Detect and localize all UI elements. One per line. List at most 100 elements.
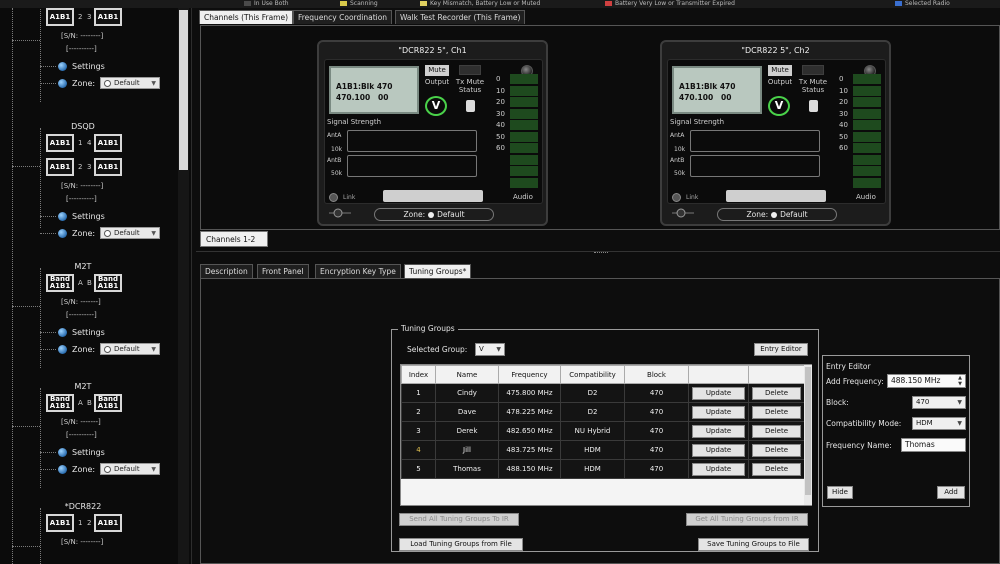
entry-editor-panel: Entry Editor Add Frequency: 488.150 MHz … (822, 355, 970, 507)
delete-button[interactable]: Delete (752, 386, 801, 400)
tree-leaf-line (40, 469, 56, 470)
channel-box[interactable]: A1B1 (94, 514, 122, 532)
channel-box[interactable]: Band A1B1 (46, 394, 74, 412)
channel-box[interactable]: Band A1B1 (46, 274, 74, 292)
entry-editor-button[interactable]: Entry Editor (754, 343, 808, 356)
audio-meter-segment (510, 85, 538, 96)
settings-item[interactable]: Settings (72, 328, 105, 337)
get-all-tuning-groups-button[interactable]: Get All Tuning Groups from IR (686, 513, 808, 526)
volume-slider-icon[interactable] (672, 208, 694, 218)
tuning-groups-rows: 1 Cindy 475.800 MHz D2 470 Update Delete 2 Dave 4… (401, 383, 805, 479)
tab-description[interactable]: Description (200, 264, 253, 278)
tuning-groups-table: Index Name Frequency Compatibility Block… (400, 364, 812, 506)
audio-meter-segment (853, 74, 881, 84)
update-button[interactable]: Update (692, 443, 745, 457)
channel-number: A (78, 399, 83, 407)
column-header-compatibility[interactable]: Compatibility (560, 365, 625, 384)
column-header-name[interactable]: Name (435, 365, 499, 384)
settings-item[interactable]: Settings (72, 212, 105, 221)
tree-leaf-line (40, 66, 56, 67)
channel-box[interactable]: A1B1 (94, 8, 122, 26)
tab-frequency-coordination[interactable]: Frequency Coordination (293, 10, 393, 24)
device-title[interactable]: *DCR822 (48, 502, 118, 511)
tree-scrollbar-thumb[interactable] (179, 10, 188, 170)
save-tuning-groups-button[interactable]: Save Tuning Groups to File (698, 538, 809, 551)
channel-box[interactable]: A1B1 (46, 8, 74, 26)
hide-button[interactable]: Hide (827, 486, 853, 499)
spinner-arrows-icon[interactable]: ▲ ▼ (956, 375, 964, 387)
cell-block: 470 (624, 421, 689, 441)
table-row[interactable]: 5 Thomas 488.150 MHz HDM 470 Update Delete (401, 459, 805, 479)
settings-item[interactable]: Settings (72, 448, 105, 457)
grid-scrollbar-thumb[interactable] (805, 367, 811, 495)
receiver-title: "DCR822 5", Ch2 (741, 46, 810, 55)
send-all-tuning-groups-button[interactable]: Send All Tuning Groups To IR (399, 513, 519, 526)
audio-meter-segment (853, 120, 881, 130)
load-tuning-groups-button[interactable]: Load Tuning Groups from File (399, 538, 523, 551)
table-row[interactable]: 1 Cindy 475.800 MHz D2 470 Update Delete (401, 383, 805, 403)
zone-select-value: Default (114, 345, 140, 353)
channel-box[interactable]: A1B1 (94, 158, 122, 176)
add-frequency-input[interactable]: 488.150 MHz ▲ ▼ (887, 374, 966, 388)
compatibility-mode-select[interactable]: HDM ▼ (912, 417, 966, 430)
channel-box[interactable]: A1B1 (46, 514, 74, 532)
channel-box[interactable]: A1B1 (94, 134, 122, 152)
zone-select[interactable]: Default ▼ (100, 227, 160, 239)
device-title[interactable]: M2T (48, 262, 118, 271)
update-button[interactable]: Update (692, 405, 745, 419)
tab-encryption-key-type[interactable]: Encryption Key Type (315, 264, 401, 278)
cell-name: Thomas (435, 459, 499, 479)
column-header-index[interactable]: Index (401, 365, 436, 384)
column-header-block[interactable]: Block (624, 365, 689, 384)
device-title[interactable]: DSQD (48, 122, 118, 131)
delete-button[interactable]: Delete (752, 405, 801, 419)
zone-select[interactable]: Default ▼ (100, 463, 160, 475)
zone-select[interactable]: Default ▼ (100, 343, 160, 355)
channel-box[interactable]: Band A1B1 (94, 274, 122, 292)
cell-delete: Delete (748, 383, 805, 403)
audio-meter-segment (510, 177, 538, 188)
tree-scrollbar[interactable] (178, 8, 189, 564)
delete-button[interactable]: Delete (752, 424, 801, 438)
selected-group-select[interactable]: V ▼ (475, 343, 505, 356)
add-button[interactable]: Add (937, 486, 965, 499)
delete-button[interactable]: Delete (752, 443, 801, 457)
settings-item[interactable]: Settings (72, 62, 105, 71)
table-row[interactable]: 4 Jill 483.725 MHz HDM 470 Update Delete (401, 440, 805, 460)
channel-box[interactable]: Band A1B1 (94, 394, 122, 412)
grid-scrollbar[interactable] (804, 365, 812, 505)
tab-front-panel[interactable]: Front Panel (257, 264, 309, 278)
tree-device-line (40, 508, 41, 564)
tab-tuning-groups[interactable]: Tuning Groups* (404, 264, 472, 278)
panel-splitter[interactable] (196, 251, 1000, 256)
antenna-a-meter (690, 130, 820, 152)
block-select[interactable]: 470 ▼ (912, 396, 966, 409)
volume-slider-icon[interactable] (329, 208, 351, 218)
channel-box[interactable]: A1B1 (46, 158, 74, 176)
splitter-grip[interactable] (594, 252, 608, 254)
table-row[interactable]: 2 Dave 478.225 MHz D2 470 Update Delete (401, 402, 805, 422)
mute-button[interactable]: Mute (768, 65, 792, 76)
update-button[interactable]: Update (692, 462, 745, 476)
audio-label: Audio (856, 193, 876, 201)
frequency-name-input[interactable]: Thomas (901, 438, 966, 452)
device-title[interactable]: M2T (48, 382, 118, 391)
legend-item-0: In Use Both (244, 0, 289, 7)
audio-meter-segment (853, 97, 881, 107)
tab-walk-test-recorder[interactable]: Walk Test Recorder (This Frame) (395, 10, 526, 24)
tab-channels-this-frame[interactable]: Channels (This Frame) (199, 10, 294, 24)
audio-meter-segment (853, 154, 881, 165)
mute-button[interactable]: Mute (425, 65, 449, 76)
delete-button[interactable]: Delete (752, 462, 801, 476)
output-label: Output (424, 78, 450, 86)
zone-label: Zone: (72, 229, 96, 238)
tab-channels-1-2[interactable]: Channels 1-2 (200, 231, 268, 247)
column-header-frequency[interactable]: Frequency (498, 365, 561, 384)
channel-number: B (87, 399, 92, 407)
update-button[interactable]: Update (692, 386, 745, 400)
update-button[interactable]: Update (692, 424, 745, 438)
cell-name: Derek (435, 421, 499, 441)
channel-box[interactable]: A1B1 (46, 134, 74, 152)
zone-select[interactable]: Default ▼ (100, 77, 160, 89)
table-row[interactable]: 3 Derek 482.650 MHz NU Hybrid 470 Update Delet… (401, 421, 805, 441)
